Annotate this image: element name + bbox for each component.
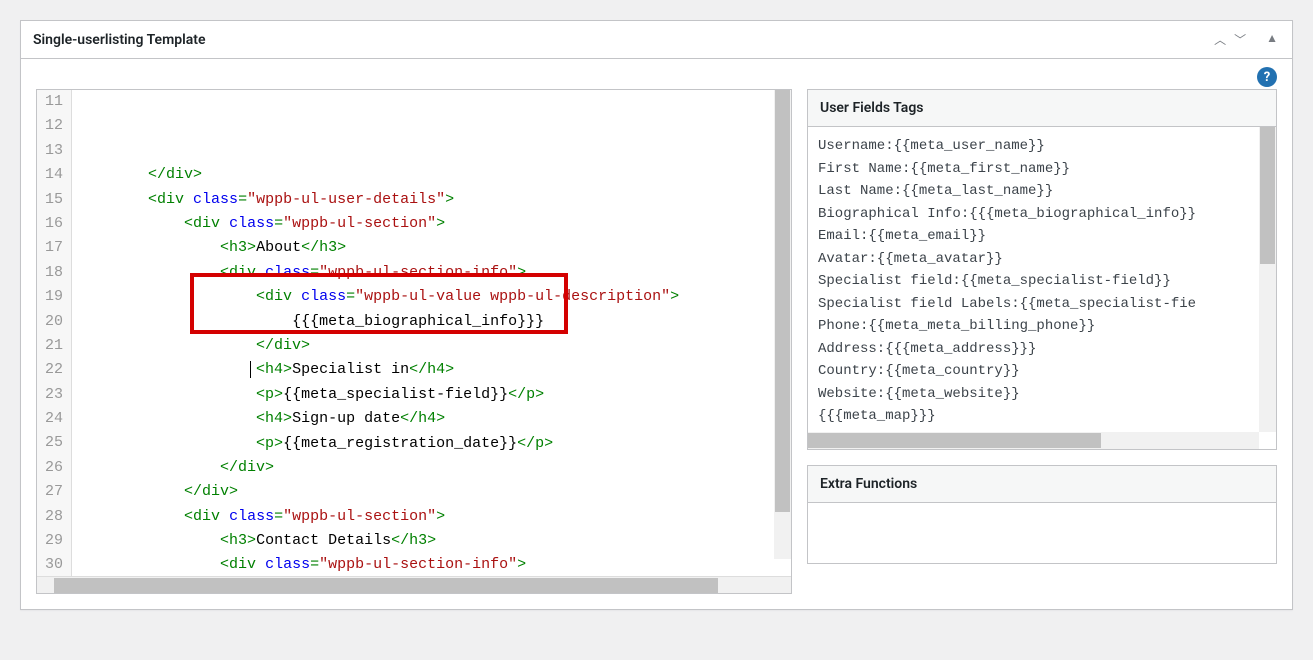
sidebar: User Fields Tags Username:{{meta_user_na… xyxy=(807,89,1277,594)
tags-list[interactable]: Username:{{meta_user_name}}First Name:{{… xyxy=(808,127,1276,432)
tag-item[interactable]: Username:{{meta_user_name}} xyxy=(818,135,1266,158)
panel-header: Single-userlisting Template ︿ ﹀ ▲ xyxy=(21,21,1292,59)
move-up-icon[interactable]: ︿ xyxy=(1212,29,1228,50)
code-line[interactable]: <p>{{meta_registration_date}}</p> xyxy=(76,432,791,456)
editor-vscroll[interactable] xyxy=(774,90,791,559)
tags-hscroll-thumb[interactable] xyxy=(808,433,1101,448)
collapse-icon[interactable]: ▲ xyxy=(1264,29,1280,50)
tag-item[interactable]: Biographical Info:{{{meta_biographical_i… xyxy=(818,203,1266,226)
code-line[interactable]: <p>{{meta_specialist-field}}</p> xyxy=(76,383,791,407)
code-line[interactable]: <div class="wppb-ul-section"> xyxy=(76,212,791,236)
extra-functions-title: Extra Functions xyxy=(808,466,1276,503)
code-line[interactable]: <div class="wppb-ul-value wppb-ul-descri… xyxy=(76,285,791,309)
code-line[interactable]: </div> xyxy=(76,480,791,504)
extra-functions-body[interactable] xyxy=(808,503,1276,563)
tag-item[interactable]: First Name:{{meta_first_name}} xyxy=(818,158,1266,181)
tags-vscroll-thumb[interactable] xyxy=(1260,127,1275,264)
code-line[interactable]: <h3>Contact Details</h3> xyxy=(76,529,791,553)
tag-item[interactable]: Avatar:{{meta_avatar}} xyxy=(818,248,1266,271)
code-line[interactable]: </div> xyxy=(76,456,791,480)
extra-functions-panel: Extra Functions xyxy=(807,465,1277,564)
code-line[interactable]: <h4>Specialist in</h4> xyxy=(76,358,791,382)
gutter: 1112131415161718192021222324252627282930… xyxy=(37,90,72,576)
tag-item[interactable]: Last Name:{{meta_last_name}} xyxy=(818,180,1266,203)
code-line[interactable]: <h4>Sign-up date</h4> xyxy=(76,407,791,431)
user-fields-panel: User Fields Tags Username:{{meta_user_na… xyxy=(807,89,1277,450)
tag-item[interactable]: Country:{{meta_country}} xyxy=(818,360,1266,383)
tag-item[interactable]: Phone:{{meta_meta_billing_phone}} xyxy=(818,315,1266,338)
tag-item[interactable]: Website:{{meta_website}} xyxy=(818,383,1266,406)
code-line[interactable]: <div class="wppb-ul-section-info"> xyxy=(76,261,791,285)
tag-item[interactable]: Address:{{{meta_address}}} xyxy=(818,338,1266,361)
editor-hscroll[interactable] xyxy=(37,576,791,593)
template-panel: Single-userlisting Template ︿ ﹀ ▲ ? 1112… xyxy=(20,20,1293,610)
code-line[interactable]: </div> xyxy=(76,163,791,187)
code-line[interactable]: </div> xyxy=(76,334,791,358)
user-fields-body[interactable]: Username:{{meta_user_name}}First Name:{{… xyxy=(808,127,1276,449)
code-line[interactable]: <div class="wppb-ul-user-details"> xyxy=(76,188,791,212)
tag-item[interactable]: Specialist field:{{meta_specialist-field… xyxy=(818,270,1266,293)
tag-item[interactable]: Specialist field Labels:{{meta_specialis… xyxy=(818,293,1266,316)
panel-body: ? 11121314151617181920212223242526272829… xyxy=(21,59,1292,609)
code-line[interactable]: {{{meta_biographical_info}}} xyxy=(76,310,791,334)
panel-title: Single-userlisting Template xyxy=(33,32,206,48)
code-lines[interactable]: </div> <div class="wppb-ul-user-details"… xyxy=(72,90,791,576)
tag-item[interactable]: Email:{{meta_email}} xyxy=(818,225,1266,248)
code-line[interactable]: <div class="wppb-ul-section"> xyxy=(76,505,791,529)
tags-vscroll[interactable] xyxy=(1259,127,1276,432)
editor-vscroll-thumb[interactable] xyxy=(775,90,790,512)
code-line[interactable]: <div class="wppb-ul-section-info"> xyxy=(76,553,791,576)
editor-hscroll-thumb[interactable] xyxy=(54,578,718,593)
user-fields-title: User Fields Tags xyxy=(808,90,1276,127)
panel-controls: ︿ ﹀ ▲ xyxy=(1212,29,1280,50)
editor-row: 1112131415161718192021222324252627282930… xyxy=(36,89,1277,594)
tag-item[interactable]: {{{meta_map}}} xyxy=(818,405,1266,428)
code-line[interactable]: <h3>About</h3> xyxy=(76,236,791,260)
help-icon[interactable]: ? xyxy=(1257,67,1277,87)
code-editor[interactable]: 1112131415161718192021222324252627282930… xyxy=(36,89,792,594)
move-down-icon[interactable]: ﹀ xyxy=(1232,29,1248,50)
tags-hscroll[interactable] xyxy=(808,432,1259,449)
